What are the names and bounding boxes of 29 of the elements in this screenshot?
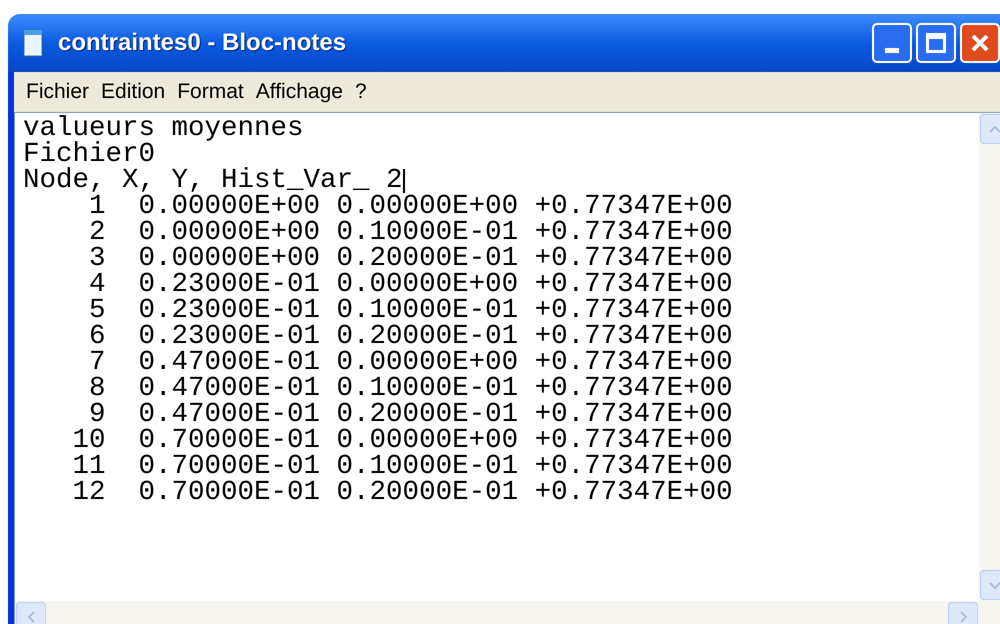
menu-item[interactable]: Fichier	[20, 76, 96, 108]
minimize-button[interactable]	[872, 23, 912, 63]
text-line: Node, X, Y, Hist_Var_ 2	[23, 168, 403, 194]
text-line: 4 0.23000E-01 0.00000E+00 +0.77347E+00	[88, 272, 733, 298]
text-line: 12 0.70000E-01 0.20000E-01 +0.77347E+00	[72, 480, 733, 506]
menu-item[interactable]: ?	[348, 76, 373, 108]
text-line: 7 0.47000E-01 0.00000E+00 +0.77347E+00	[88, 350, 733, 376]
text-line: 1 0.00000E+00 0.00000E+00 +0.77347E+00	[89, 194, 733, 220]
text-line: valueurs moyennes	[23, 116, 304, 142]
text-line: 5 0.23000E-01 0.10000E-01 +0.77347E+00	[88, 298, 733, 324]
close-button[interactable]	[960, 23, 1000, 63]
text-line: Fichier0	[23, 142, 156, 168]
text-line: 2 0.00000E+00 0.10000E-01 +0.77347E+00	[88, 220, 733, 246]
maximize-button[interactable]	[916, 23, 956, 63]
text-line: 6 0.23000E-01 0.20000E-01 +0.77347E+00	[88, 324, 733, 350]
menu-item[interactable]: Edition	[95, 76, 172, 108]
text-line: 3 0.00000E+00 0.20000E-01 +0.77347E+00	[88, 246, 733, 272]
scroll-right-button[interactable]	[948, 602, 978, 624]
text-line: 8 0.47000E-01 0.10000E-01 +0.77347E+00	[88, 376, 733, 402]
text-line: 9 0.47000E-01 0.20000E-01 +0.77347E+00	[89, 402, 733, 428]
minimize-icon	[885, 48, 899, 53]
menu-item[interactable]: Format	[171, 76, 250, 108]
scroll-left-button[interactable]	[16, 602, 46, 624]
maximize-icon	[926, 33, 946, 53]
window-title: contraintes0 - Bloc-notes	[58, 28, 346, 58]
text-line: 11 0.70000E-01 0.10000E-01 +0.77347E+00	[72, 454, 733, 480]
close-icon	[970, 33, 990, 53]
text-line: 10 0.70000E-01 0.00000E+00 +0.77347E+00	[72, 428, 733, 454]
menu-item[interactable]: Affichage	[250, 76, 349, 108]
